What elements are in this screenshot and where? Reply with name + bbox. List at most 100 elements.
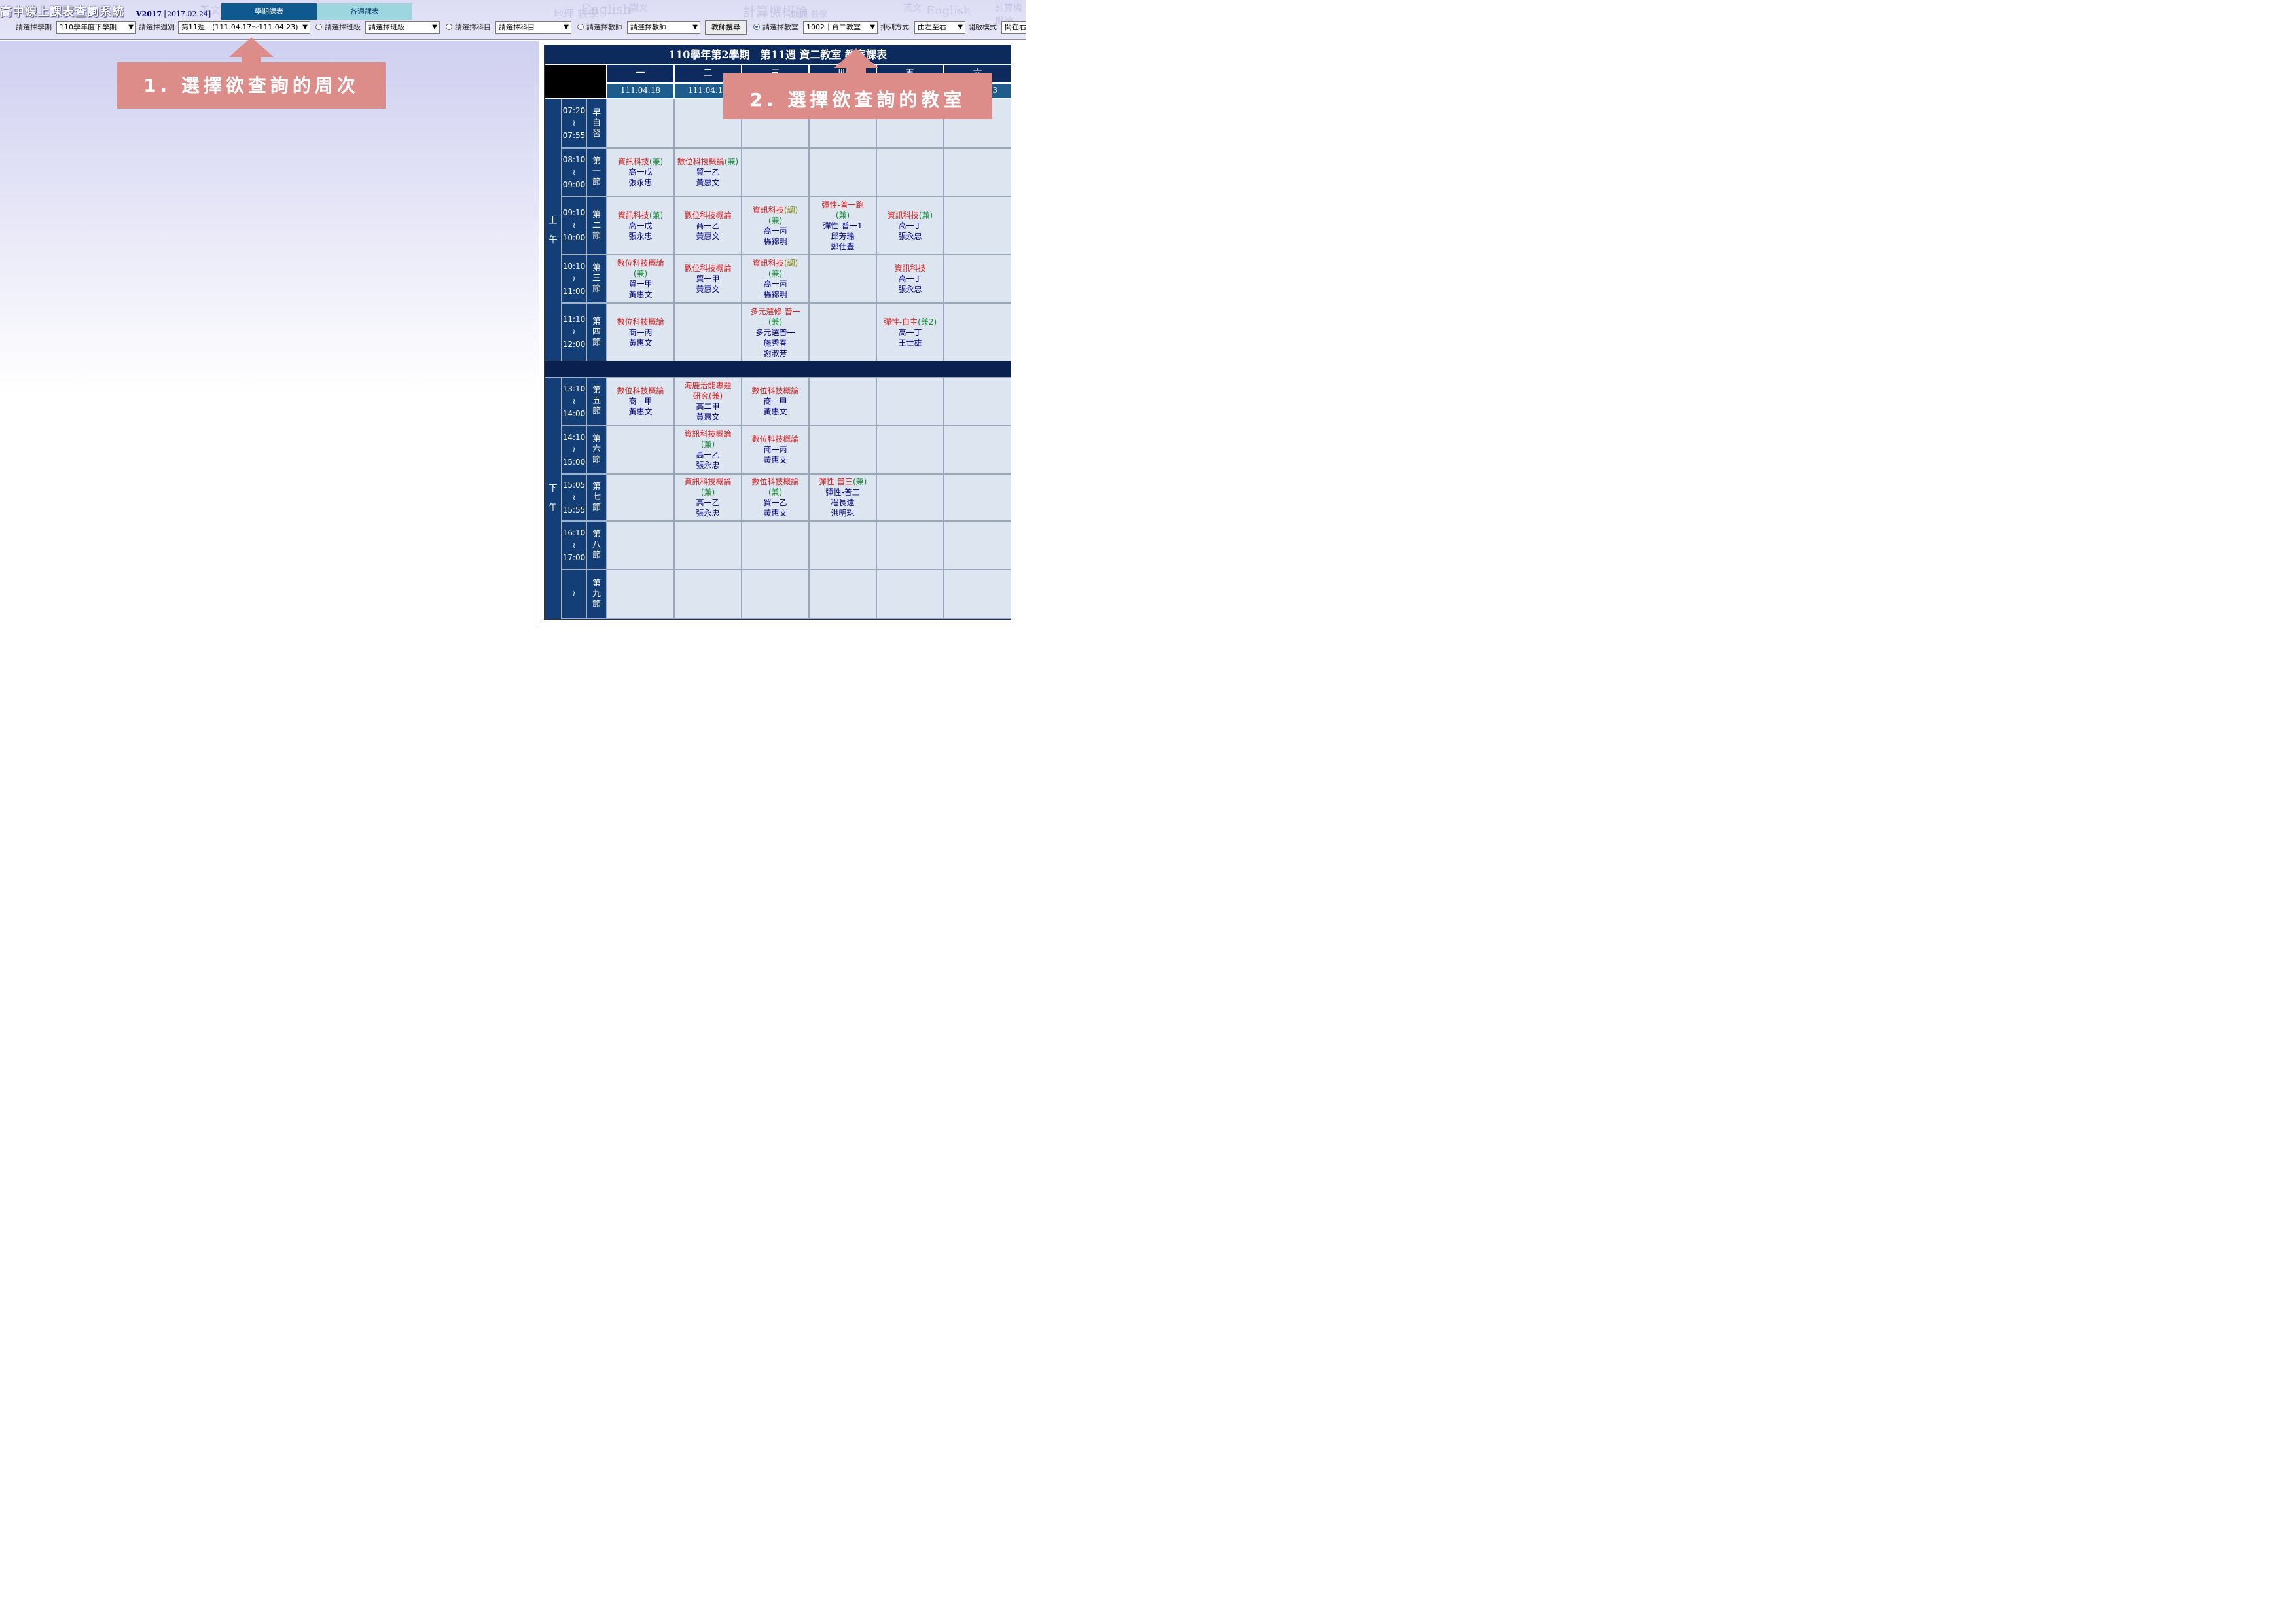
period-time-start: 16:10 [562, 528, 586, 537]
schedule-entry[interactable]: 資訊科技(兼) 高一丁 張永忠 [876, 196, 944, 255]
schedule-cell [876, 377, 944, 425]
schedule-cell [944, 148, 1011, 196]
schedule-entry[interactable]: 資訊科技(調) (兼) 高一丙 楊錦明 [742, 255, 809, 303]
schedule-entry[interactable]: 數位科技概論 商一甲 黃惠文 [742, 377, 809, 425]
callout-room-arrow-icon [834, 48, 878, 68]
schedule-entry[interactable]: 海鹿治能專題 研究(兼) 高二甲 黃惠文 [674, 377, 742, 425]
schedule-entry[interactable]: 數位科技概論 貿一甲 黃惠文 [674, 255, 742, 303]
teacher-search-button[interactable]: 教師搜尋 [705, 20, 747, 35]
schedule-entry[interactable]: 數位科技概論 商一甲 黃惠文 [607, 377, 674, 425]
entry-line: 黃惠文 [763, 407, 787, 416]
sort-select[interactable]: 由左至右 ▼ [914, 21, 965, 34]
period-name-text: 第四節 [592, 316, 601, 348]
subject-select[interactable]: 請選擇科目 ▼ [495, 21, 571, 34]
schedule-entry[interactable]: 資訊科技(兼) 高一戊 張永忠 [607, 148, 674, 196]
entry-line: 高一乙 [696, 450, 720, 460]
entry-subject-line: 資訊科技(調) [753, 205, 798, 215]
entry-subject: 數位科技概論 [617, 386, 664, 395]
schedule-cell [809, 425, 876, 474]
entry-line: (兼) [768, 317, 783, 327]
subject-radio[interactable] [446, 24, 452, 30]
period-time-end: 10:00 [562, 233, 586, 242]
period-name: 第七節 [586, 474, 607, 521]
period-time-end: 15:00 [562, 457, 586, 467]
period-time-start: 09:10 [562, 208, 586, 217]
schedule-cell [607, 474, 674, 521]
schedule-corner [545, 64, 607, 99]
schedule-entry[interactable]: 資訊科技概論 (兼) 高一乙 張永忠 [674, 425, 742, 474]
background-word: 英文 [903, 3, 922, 14]
entry-line: 高一丁 [898, 274, 922, 283]
entry-subject: 數位科技概論 [617, 317, 664, 327]
teacher-select[interactable]: 請選擇教師 ▼ [627, 21, 700, 34]
room-label: 請選擇教室 [762, 23, 798, 31]
class-radio[interactable] [315, 24, 322, 30]
class-select[interactable]: 請選擇班級 ▼ [365, 21, 440, 34]
subject-select-value: 請選擇科目 [499, 23, 535, 31]
entry-subject: 資訊科技 [752, 259, 784, 268]
entry-mark: (兼) [724, 157, 739, 166]
callout-select-week: 1. 選擇欲查詢的周次 [117, 62, 386, 109]
schedule-entry[interactable]: 多元選修-普一 (兼) 多元選普一 施秀春 謝淑芳 [742, 303, 809, 361]
schedule-cell [944, 474, 1011, 521]
schedule-entry[interactable]: 數位科技概論 商一丙 黃惠文 [742, 425, 809, 474]
schedule-cell [809, 377, 876, 425]
period-time: 07:20 ≀ 07:55 [562, 99, 586, 148]
period-time-start [562, 575, 586, 588]
schedule-entry[interactable]: 資訊科技 高一丁 張永忠 [876, 255, 944, 303]
entry-subject: 彈性-普三 [818, 477, 853, 486]
semester-select[interactable]: 110學年度下學期 ▼ [56, 21, 136, 34]
room-select[interactable]: 1002｜資二教室 ▼ [803, 21, 878, 34]
schedule-cell [944, 255, 1011, 303]
entry-line: 高一丙 [763, 280, 787, 289]
half-label-afternoon: 下午 [545, 377, 562, 619]
period-time-sep: ≀ [572, 167, 576, 177]
tab-semester-schedule[interactable]: 學期課表 [221, 3, 317, 20]
entry-subject-line: 彈性-自主(兼2) [884, 317, 937, 327]
schedule-entry[interactable]: 數位科技概論(兼)貿一乙黃惠文 [742, 474, 809, 521]
period-time-end [562, 600, 586, 613]
period-time-end: 12:00 [562, 340, 586, 349]
entry-line: 黃惠文 [628, 407, 653, 416]
schedule-cell [944, 196, 1011, 255]
entry-line: 高一丁 [898, 221, 922, 230]
schedule-entry[interactable]: 數位科技概論 商一丙 黃惠文 [607, 303, 674, 361]
schedule-entry[interactable]: 數位科技概論(兼)貿一乙黃惠文 [674, 148, 742, 196]
schedule-cell [944, 425, 1011, 474]
chevron-down-icon: ▼ [692, 24, 698, 31]
period-time: 09:10 ≀ 10:00 [562, 196, 586, 255]
period-name: 早自習 [586, 99, 607, 148]
period-time-sep: ≀ [572, 221, 576, 230]
chevron-down-icon: ▼ [302, 24, 308, 31]
period-name-text: 第一節 [592, 156, 601, 187]
period-name-text: 第八節 [592, 530, 601, 560]
entry-subject-line: 彈性-普一跑 [821, 200, 863, 210]
period-name-text: 第九節 [592, 578, 601, 609]
room-radio[interactable] [753, 24, 760, 30]
period-time-end: 09:00 [562, 179, 586, 189]
schedule-entry[interactable]: 彈性-普三(兼) 彈性-普三 程長遠 洪明珠 [809, 474, 876, 521]
sort-label: 排列方式 [880, 23, 909, 31]
tab-weekly-schedule[interactable]: 各週課表 [317, 3, 412, 20]
period-time-sep: ≀ [572, 274, 576, 283]
entry-subject: 資訊科技概論 [684, 429, 732, 439]
entry-subject: 數位科技概論 [617, 259, 664, 268]
schedule-entry[interactable]: 數位科技概論 (兼) 貿一甲 黃惠文 [607, 255, 674, 303]
week-select[interactable]: 第11週 (111.04.17～111.04.23) ▼ [178, 21, 310, 34]
schedule-cell [944, 521, 1011, 569]
entry-subject-line: 資訊科技概論 [684, 477, 731, 487]
entry-line: 黃惠文 [628, 338, 653, 348]
schedule-entry[interactable]: 彈性-自主(兼2) 高一丁 王世雄 [876, 303, 944, 361]
callout-week-arrow-icon [229, 37, 274, 57]
schedule-entry[interactable]: 彈性-普一跑 (兼) 彈性-普一1 邱芳瑜 鄭仕豐 [809, 196, 876, 255]
period-time-start: 13:10 [562, 384, 586, 393]
entry-mark: (調) [783, 205, 798, 215]
schedule-entry[interactable]: 資訊科技(調) (兼) 高一丙 楊錦明 [742, 196, 809, 255]
period-name-text: 早自習 [592, 107, 601, 139]
schedule-entry[interactable]: 資訊科技(兼) 高一戊 張永忠 [607, 196, 674, 255]
schedule-cell [607, 521, 674, 569]
open-mode-select[interactable]: 開在右 [1001, 21, 1026, 34]
schedule-entry[interactable]: 數位科技概論 商一乙 黃惠文 [674, 196, 742, 255]
teacher-radio[interactable] [577, 24, 584, 30]
schedule-entry[interactable]: 資訊科技概論 (兼) 高一乙 張永忠 [674, 474, 742, 521]
